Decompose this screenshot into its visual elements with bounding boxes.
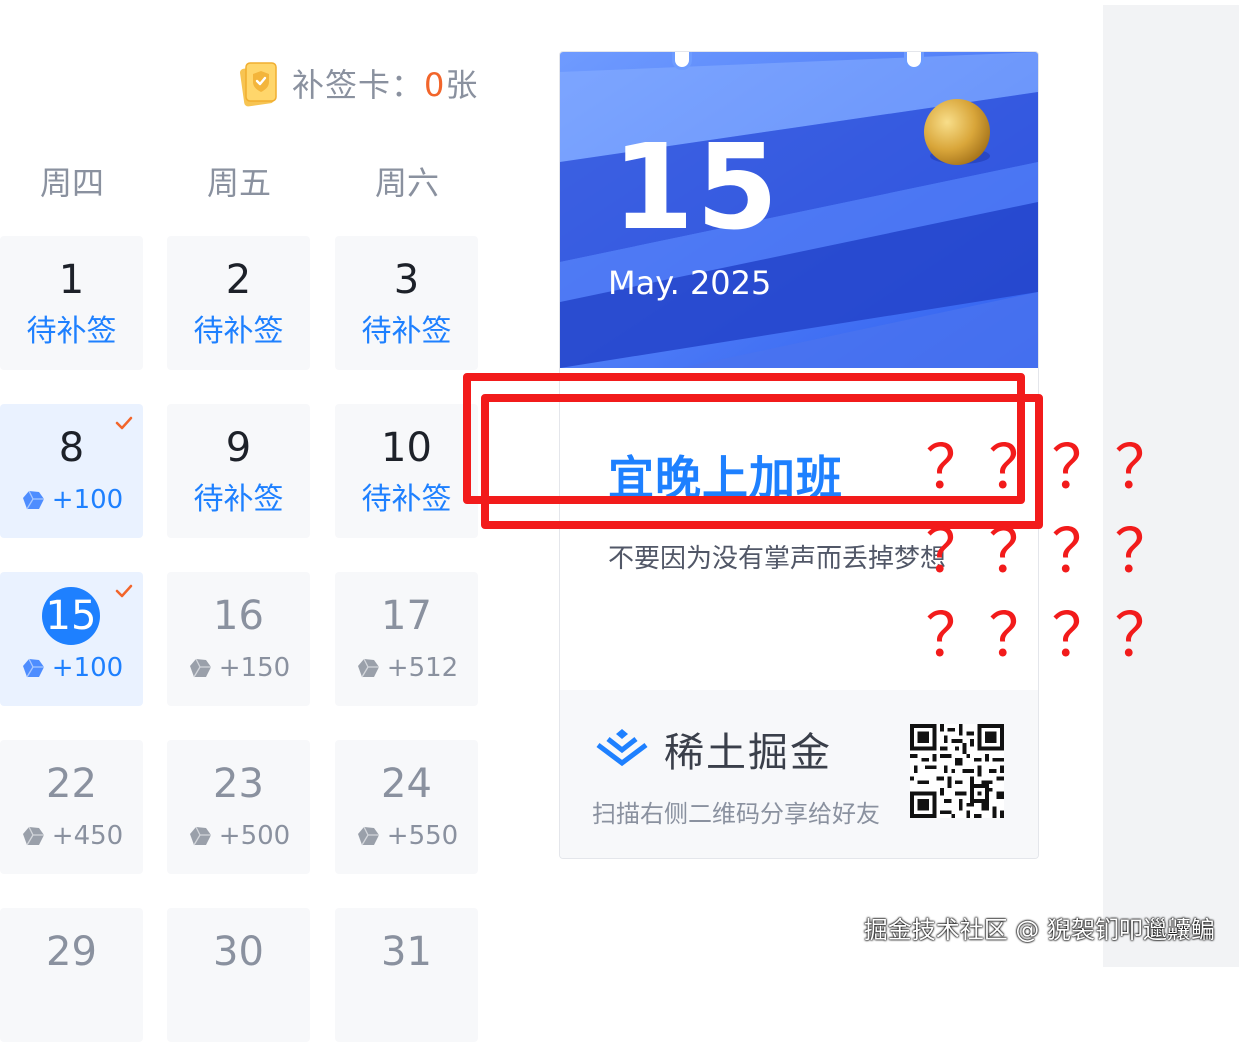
day-cell-23[interactable]: 23 +500 [167, 740, 310, 874]
today-day-number: 15 [42, 587, 100, 645]
makeup-card-count: 补签卡：0张 [236, 58, 478, 108]
question-mark: ？ [1114, 517, 1175, 587]
watermark: 掘金技术社区 @ 猊袈钔叩邋齉鳊 [863, 916, 1215, 944]
question-mark-row: ？ ？ ？ ？ [924, 426, 1194, 510]
fortune-quote: 不要因为没有掌声而丢掉梦想 [608, 544, 947, 574]
day-number: 3 [393, 257, 420, 303]
day-number: 10 [381, 425, 432, 471]
day-number: 29 [46, 929, 97, 975]
reward-value: +550 [386, 821, 459, 851]
weekday-thursday: 周四 [39, 164, 104, 202]
check-icon [115, 584, 133, 598]
question-mark: ？ [988, 433, 1049, 503]
question-mark: ？ [988, 601, 1049, 671]
day-cell-16[interactable]: 16 +150 [167, 572, 310, 706]
day-number: 22 [46, 761, 97, 807]
makeup-status: 待补签 [361, 482, 452, 517]
day-number: 23 [213, 761, 264, 807]
reward: +150 [167, 650, 310, 686]
qr-code[interactable] [910, 724, 1004, 818]
reward-value: +100 [51, 653, 124, 683]
makeup-status: 待补签 [26, 314, 117, 349]
reward: +100 [0, 482, 143, 518]
day-number: 1 [58, 257, 85, 303]
calendar-ring-left [672, 52, 692, 70]
makeup-status: 待补签 [193, 482, 284, 517]
share-hint: 扫描右侧二维码分享给好友 [592, 800, 880, 828]
question-mark: ？ [925, 433, 986, 503]
brand: 稀土掘金 [592, 720, 832, 778]
makeup-card-label: 补签卡： [292, 66, 425, 104]
day-cell-30[interactable]: 30 [167, 908, 310, 1042]
makeup-card-number: 0 [424, 66, 446, 104]
question-mark: ？ [1051, 517, 1112, 587]
juejin-logo [596, 729, 648, 767]
day-cell-1[interactable]: 1 待补签 [0, 236, 143, 370]
day-cell-17[interactable]: 17 +512 [335, 572, 478, 706]
reward-value: +512 [386, 653, 459, 683]
day-number: 16 [213, 593, 264, 639]
calendar-day: 15 [612, 118, 781, 256]
ore-icon [189, 826, 211, 846]
day-number: 24 [381, 761, 432, 807]
reward-value: +100 [51, 485, 124, 515]
day-cell-9[interactable]: 9 待补签 [167, 404, 310, 538]
day-cell-22[interactable]: 22 +450 [0, 740, 143, 874]
day-cell-8[interactable]: 8 +100 [0, 404, 143, 538]
day-number: 30 [213, 929, 264, 975]
day-cell-15[interactable]: 15 +100 [0, 572, 143, 706]
calendar-ring-right [904, 52, 924, 70]
ore-icon [22, 658, 44, 678]
makeup-card-text: 补签卡：0张 [292, 60, 478, 106]
reward: +512 [335, 650, 478, 686]
day-number: 9 [225, 425, 252, 471]
share-footer: 稀土掘金 扫描右侧二维码分享给好友 [560, 690, 1038, 858]
weekday-saturday: 周六 [374, 164, 439, 202]
question-mark-row: ？ ？ ？ ？ [924, 510, 1194, 594]
ore-icon [189, 658, 211, 678]
reward: +550 [335, 818, 478, 854]
day-number: 31 [381, 929, 432, 975]
ore-icon [22, 826, 44, 846]
question-mark: ？ [1051, 433, 1112, 503]
day-cell-2[interactable]: 2 待补签 [167, 236, 310, 370]
day-cell-10[interactable]: 10 待补签 [335, 404, 478, 538]
ore-icon [357, 826, 379, 846]
day-number: 8 [58, 425, 85, 471]
weekday-friday: 周五 [206, 164, 271, 202]
day-number: 2 [225, 257, 252, 303]
annotation-question-marks: ？ ？ ？ ？ ？ ？ ？ ？ ？ ？ ？ ？ [924, 426, 1194, 678]
question-mark: ？ [1114, 433, 1175, 503]
question-mark: ？ [925, 601, 986, 671]
question-mark: ？ [1051, 601, 1112, 671]
calendar-month: May. 2025 [608, 264, 772, 302]
makeup-card-icon [240, 62, 277, 107]
question-mark: ？ [1114, 601, 1175, 671]
makeup-card-unit: 张 [445, 66, 479, 104]
question-mark-row: ？ ？ ？ ？ [924, 594, 1194, 678]
makeup-status: 待补签 [193, 314, 284, 349]
makeup-status: 待补签 [361, 314, 452, 349]
day-cell-24[interactable]: 24 +550 [335, 740, 478, 874]
day-cell-29[interactable]: 29 [0, 908, 143, 1042]
question-mark: ？ [988, 517, 1049, 587]
day-number: 17 [381, 593, 432, 639]
question-mark: ？ [925, 517, 986, 587]
ore-icon [357, 658, 379, 678]
reward-value: +450 [51, 821, 124, 851]
reward: +450 [0, 818, 143, 854]
reward: +100 [0, 650, 143, 686]
reward-value: +500 [218, 821, 291, 851]
reward-value: +150 [218, 653, 291, 683]
day-cell-3[interactable]: 3 待补签 [335, 236, 478, 370]
day-cell-31[interactable]: 31 [335, 908, 478, 1042]
reward: +500 [167, 818, 310, 854]
ore-icon [22, 490, 44, 510]
brand-name: 稀土掘金 [664, 730, 832, 776]
